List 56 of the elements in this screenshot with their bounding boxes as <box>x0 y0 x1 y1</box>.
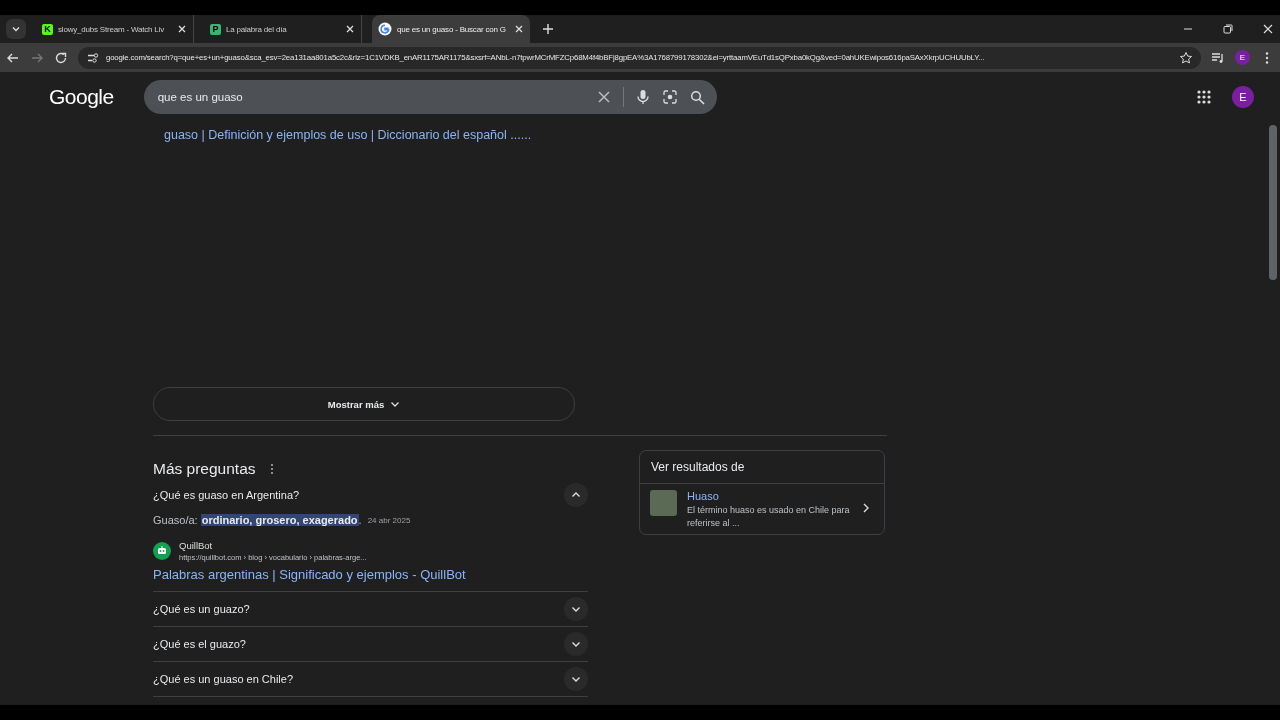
chevron-down-icon <box>390 399 401 409</box>
site-favicon: K <box>42 23 53 35</box>
chevron-down-icon <box>11 24 21 34</box>
section-title: Más preguntas <box>153 460 256 478</box>
search-bar[interactable]: que es un guaso <box>143 80 717 114</box>
tab-title: que es un guaso - Buscar con G <box>397 24 507 34</box>
expand-toggle[interactable] <box>564 632 588 656</box>
expand-toggle[interactable] <box>564 667 588 691</box>
card-title: Ver resultados de <box>640 451 884 484</box>
google-g-icon <box>378 22 392 36</box>
close-icon[interactable] <box>1262 23 1274 35</box>
source-link[interactable]: Palabras argentinas | Significado y ejemplos - QuillBot <box>153 567 588 582</box>
more-options-icon[interactable] <box>269 463 274 475</box>
question-text[interactable]: ¿Qué es un guazo? <box>153 603 250 615</box>
entity-description: El término huaso es usado en Chile para referirse al ... <box>687 504 851 530</box>
apps-grid-icon[interactable] <box>1196 89 1212 105</box>
profile-avatar[interactable]: E <box>1235 50 1250 65</box>
question-text[interactable]: ¿Qué es un guaso en Chile? <box>153 673 294 685</box>
answer-text: Guaso/a: ordinario, grosero, exagerado. <box>153 514 362 526</box>
media-queue-icon[interactable] <box>1211 50 1225 65</box>
site-settings-icon[interactable] <box>86 50 100 65</box>
source-name: QuillBot <box>179 540 214 551</box>
photo-placeholder <box>650 490 677 516</box>
scrollbar-thumb[interactable] <box>1269 125 1277 280</box>
tab-title: slowy_dubs Stream - Watch Liv <box>58 24 165 34</box>
chevron-down-icon <box>571 639 581 649</box>
browser-tab[interactable]: que es un guaso - Buscar con G <box>372 15 530 43</box>
clear-icon[interactable] <box>596 90 611 104</box>
camera-icon[interactable] <box>661 89 678 105</box>
close-icon[interactable] <box>177 24 187 34</box>
expand-toggle[interactable] <box>564 597 588 621</box>
answer-date: 24 abr 2025 <box>367 515 411 525</box>
question-text[interactable]: ¿Qué es el guazo? <box>153 638 246 650</box>
entity-link[interactable]: Huaso <box>687 490 852 502</box>
tab-search-button[interactable] <box>6 19 26 39</box>
microphone-icon[interactable] <box>635 89 650 105</box>
expand-toggle[interactable] <box>564 483 588 507</box>
close-icon[interactable] <box>345 24 355 34</box>
restore-icon[interactable] <box>1222 23 1234 35</box>
show-more-button[interactable]: Mostrar más <box>153 387 575 421</box>
star-icon[interactable] <box>1179 50 1193 65</box>
reload-icon[interactable] <box>54 50 68 65</box>
chevron-down-icon <box>571 674 581 684</box>
question-text[interactable]: ¿Qué es guaso en Argentina? <box>153 489 300 501</box>
google-logo[interactable]: Google <box>49 85 114 109</box>
chevron-down-icon <box>571 604 581 614</box>
close-icon[interactable] <box>514 24 524 34</box>
search-icon[interactable] <box>689 89 705 105</box>
new-tab-icon[interactable] <box>542 23 554 35</box>
search-input[interactable]: que es un guaso <box>155 90 585 104</box>
site-favicon: P <box>210 23 221 35</box>
result-link[interactable]: guaso | Definición y ejemplos de uso | Diccionario del español ...... <box>164 128 887 142</box>
chevron-right-icon[interactable] <box>862 502 870 514</box>
tab-title: La palabra del día <box>226 24 288 34</box>
profile-avatar[interactable]: E <box>1232 86 1254 108</box>
address-bar[interactable] <box>78 46 1201 69</box>
